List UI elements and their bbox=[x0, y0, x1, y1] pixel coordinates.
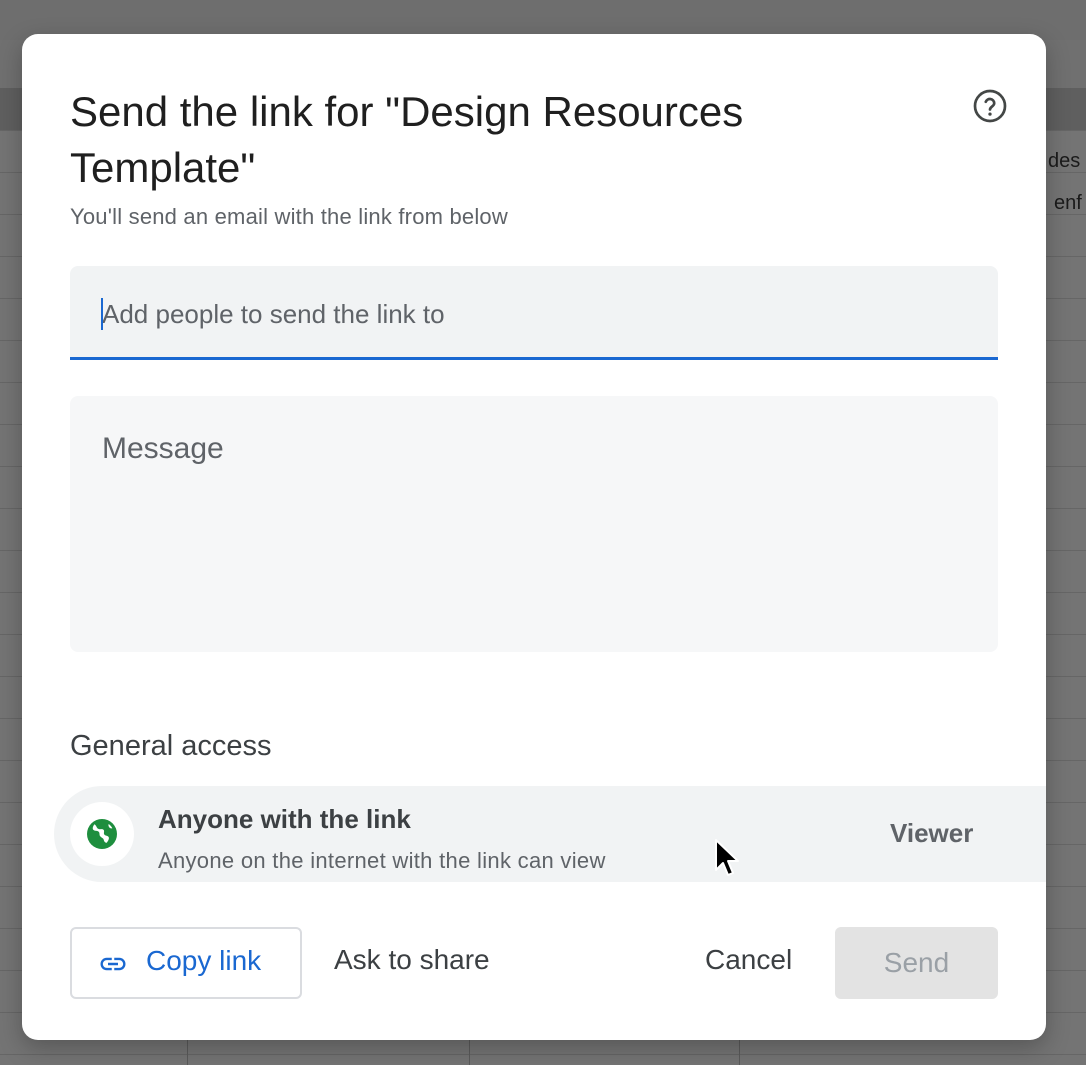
role-selector[interactable]: Viewer bbox=[890, 818, 973, 849]
add-people-field[interactable] bbox=[70, 266, 998, 360]
send-button[interactable]: Send bbox=[835, 927, 998, 999]
dialog-title: Send the link for "Design Resources Temp… bbox=[70, 88, 744, 191]
general-access-title: Anyone with the link bbox=[158, 804, 411, 834]
help-button[interactable] bbox=[970, 86, 1010, 126]
message-input[interactable] bbox=[102, 432, 962, 632]
copy-link-button[interactable]: Copy link bbox=[70, 927, 302, 999]
dialog-subtitle: You'll send an email with the link from … bbox=[70, 204, 508, 229]
text-caret bbox=[101, 298, 103, 330]
add-people-input[interactable] bbox=[100, 294, 962, 334]
link-icon bbox=[100, 957, 126, 971]
help-circle-icon bbox=[973, 89, 1007, 123]
background-column-divider bbox=[469, 1040, 470, 1065]
ask-to-share-button[interactable]: Ask to share bbox=[334, 944, 490, 976]
background-cell-text: enf bbox=[1054, 192, 1082, 214]
mouse-pointer-icon bbox=[715, 839, 739, 876]
cancel-button[interactable]: Cancel bbox=[705, 944, 792, 976]
general-access-heading: General access bbox=[70, 730, 272, 762]
message-field[interactable] bbox=[70, 396, 998, 652]
globe-icon-wrapper bbox=[70, 802, 134, 866]
general-access-description: Anyone on the internet with the link can… bbox=[158, 848, 606, 873]
background-column-divider bbox=[739, 1040, 740, 1065]
background-cell-text: des bbox=[1048, 150, 1081, 172]
copy-link-label: Copy link bbox=[146, 945, 262, 976]
globe-icon bbox=[87, 819, 117, 849]
background-column-divider bbox=[187, 1040, 188, 1065]
send-link-dialog: Send the link for "Design Resources Temp… bbox=[22, 34, 1046, 1040]
general-access-row[interactable]: Anyone with the link Anyone on the inter… bbox=[54, 786, 1046, 882]
